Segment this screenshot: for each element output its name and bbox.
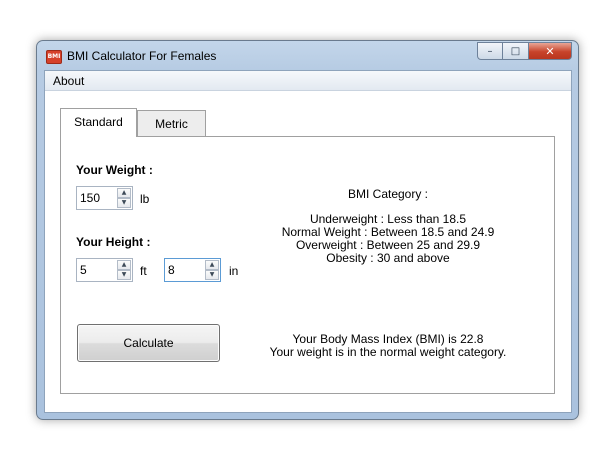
height-feet-stepper[interactable]: 5 ▲ ▼ — [76, 258, 133, 282]
calculate-button[interactable]: Calculate — [77, 324, 220, 362]
feet-down-icon[interactable]: ▼ — [117, 270, 131, 280]
tab-standard-label: Standard — [74, 115, 123, 129]
height-feet-value[interactable]: 5 — [80, 263, 87, 277]
category-obesity: Obesity : 30 and above — [326, 251, 450, 265]
close-button[interactable]: ✕ — [529, 42, 572, 60]
weight-stepper[interactable]: 150 ▲ ▼ — [76, 186, 133, 210]
height-feet-unit: ft — [140, 264, 147, 278]
weight-unit: lb — [140, 192, 150, 206]
height-label: Your Height : — [76, 235, 151, 249]
bmi-result: Your Body Mass Index (BMI) is 22.8 Your … — [258, 333, 518, 359]
tab-metric-label: Metric — [155, 117, 188, 131]
feet-up-icon[interactable]: ▲ — [117, 260, 131, 270]
height-inches-arrows: ▲ ▼ — [205, 260, 219, 280]
height-inches-unit: in — [229, 264, 239, 278]
title-bar[interactable]: BMI BMI Calculator For Females – □ ✕ — [37, 41, 578, 71]
height-feet-arrows: ▲ ▼ — [117, 260, 131, 280]
app-icon: BMI — [46, 50, 62, 64]
bmi-result-category: Your weight is in the normal weight cate… — [269, 345, 507, 359]
height-inches-stepper[interactable]: 8 ▲ ▼ — [164, 258, 221, 282]
minimize-button[interactable]: – — [477, 42, 503, 60]
window-title: BMI Calculator For Females — [67, 49, 217, 63]
tab-metric[interactable]: Metric — [137, 110, 206, 137]
inches-up-icon[interactable]: ▲ — [205, 260, 219, 270]
inches-down-icon[interactable]: ▼ — [205, 270, 219, 280]
weight-value[interactable]: 150 — [80, 191, 100, 205]
tab-standard[interactable]: Standard — [60, 108, 137, 137]
weight-label: Your Weight : — [76, 163, 153, 177]
menu-bar: About — [45, 71, 571, 91]
height-inches-value[interactable]: 8 — [168, 263, 175, 277]
maximize-button[interactable]: □ — [503, 42, 529, 60]
bmi-category-heading: BMI Category : — [347, 187, 429, 201]
weight-stepper-arrows: ▲ ▼ — [117, 188, 131, 208]
bmi-category-list: Underweight : Less than 18.5 Normal Weig… — [263, 213, 513, 265]
window-controls: – □ ✕ — [477, 42, 572, 60]
menu-item-about[interactable]: About — [53, 74, 84, 88]
weight-down-icon[interactable]: ▼ — [117, 198, 131, 208]
weight-up-icon[interactable]: ▲ — [117, 188, 131, 198]
